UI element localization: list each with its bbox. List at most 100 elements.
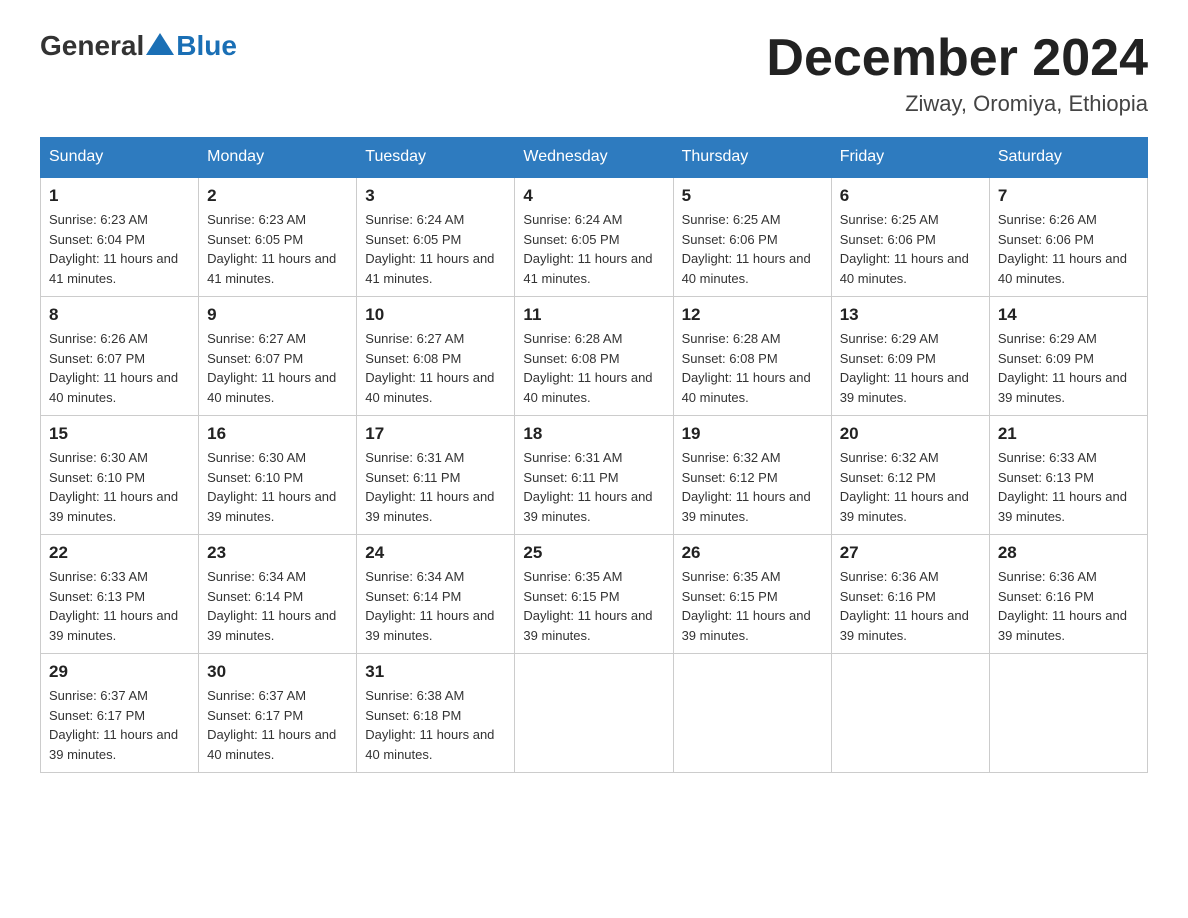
column-header-monday: Monday <box>199 138 357 178</box>
calendar-cell: 2 Sunrise: 6:23 AM Sunset: 6:05 PM Dayli… <box>199 177 357 297</box>
day-number: 24 <box>365 543 506 563</box>
day-number: 13 <box>840 305 981 325</box>
day-number: 19 <box>682 424 823 444</box>
day-info: Sunrise: 6:32 AM Sunset: 6:12 PM Dayligh… <box>682 448 823 526</box>
column-header-tuesday: Tuesday <box>357 138 515 178</box>
day-info: Sunrise: 6:27 AM Sunset: 6:07 PM Dayligh… <box>207 329 348 407</box>
calendar-cell: 8 Sunrise: 6:26 AM Sunset: 6:07 PM Dayli… <box>41 297 199 416</box>
calendar-cell: 29 Sunrise: 6:37 AM Sunset: 6:17 PM Dayl… <box>41 654 199 773</box>
day-info: Sunrise: 6:36 AM Sunset: 6:16 PM Dayligh… <box>998 567 1139 645</box>
day-info: Sunrise: 6:31 AM Sunset: 6:11 PM Dayligh… <box>365 448 506 526</box>
title-section: December 2024 Ziway, Oromiya, Ethiopia <box>766 30 1148 117</box>
day-info: Sunrise: 6:26 AM Sunset: 6:07 PM Dayligh… <box>49 329 190 407</box>
calendar-week-row: 22 Sunrise: 6:33 AM Sunset: 6:13 PM Dayl… <box>41 535 1148 654</box>
day-number: 9 <box>207 305 348 325</box>
day-info: Sunrise: 6:26 AM Sunset: 6:06 PM Dayligh… <box>998 210 1139 288</box>
day-number: 31 <box>365 662 506 682</box>
calendar-cell: 18 Sunrise: 6:31 AM Sunset: 6:11 PM Dayl… <box>515 416 673 535</box>
day-number: 29 <box>49 662 190 682</box>
calendar-cell: 11 Sunrise: 6:28 AM Sunset: 6:08 PM Dayl… <box>515 297 673 416</box>
day-number: 5 <box>682 186 823 206</box>
calendar-cell: 28 Sunrise: 6:36 AM Sunset: 6:16 PM Dayl… <box>989 535 1147 654</box>
day-info: Sunrise: 6:37 AM Sunset: 6:17 PM Dayligh… <box>207 686 348 764</box>
day-info: Sunrise: 6:24 AM Sunset: 6:05 PM Dayligh… <box>523 210 664 288</box>
day-number: 11 <box>523 305 664 325</box>
day-info: Sunrise: 6:30 AM Sunset: 6:10 PM Dayligh… <box>207 448 348 526</box>
calendar-cell: 10 Sunrise: 6:27 AM Sunset: 6:08 PM Dayl… <box>357 297 515 416</box>
calendar-cell: 22 Sunrise: 6:33 AM Sunset: 6:13 PM Dayl… <box>41 535 199 654</box>
calendar-table: SundayMondayTuesdayWednesdayThursdayFrid… <box>40 137 1148 773</box>
day-info: Sunrise: 6:28 AM Sunset: 6:08 PM Dayligh… <box>682 329 823 407</box>
calendar-week-row: 29 Sunrise: 6:37 AM Sunset: 6:17 PM Dayl… <box>41 654 1148 773</box>
calendar-cell: 21 Sunrise: 6:33 AM Sunset: 6:13 PM Dayl… <box>989 416 1147 535</box>
day-info: Sunrise: 6:33 AM Sunset: 6:13 PM Dayligh… <box>998 448 1139 526</box>
calendar-cell <box>673 654 831 773</box>
logo-arrow-icon <box>146 33 174 55</box>
logo-blue-text: Blue <box>176 30 237 62</box>
day-info: Sunrise: 6:23 AM Sunset: 6:04 PM Dayligh… <box>49 210 190 288</box>
calendar-header-row: SundayMondayTuesdayWednesdayThursdayFrid… <box>41 138 1148 178</box>
day-number: 6 <box>840 186 981 206</box>
day-number: 21 <box>998 424 1139 444</box>
calendar-cell <box>515 654 673 773</box>
column-header-sunday: Sunday <box>41 138 199 178</box>
column-header-thursday: Thursday <box>673 138 831 178</box>
calendar-cell: 15 Sunrise: 6:30 AM Sunset: 6:10 PM Dayl… <box>41 416 199 535</box>
logo-general-text: General <box>40 30 144 62</box>
day-info: Sunrise: 6:27 AM Sunset: 6:08 PM Dayligh… <box>365 329 506 407</box>
day-number: 7 <box>998 186 1139 206</box>
calendar-cell: 13 Sunrise: 6:29 AM Sunset: 6:09 PM Dayl… <box>831 297 989 416</box>
location-subtitle: Ziway, Oromiya, Ethiopia <box>766 91 1148 117</box>
calendar-cell: 7 Sunrise: 6:26 AM Sunset: 6:06 PM Dayli… <box>989 177 1147 297</box>
day-number: 15 <box>49 424 190 444</box>
day-number: 4 <box>523 186 664 206</box>
calendar-cell <box>831 654 989 773</box>
day-info: Sunrise: 6:37 AM Sunset: 6:17 PM Dayligh… <box>49 686 190 764</box>
day-info: Sunrise: 6:31 AM Sunset: 6:11 PM Dayligh… <box>523 448 664 526</box>
calendar-cell: 4 Sunrise: 6:24 AM Sunset: 6:05 PM Dayli… <box>515 177 673 297</box>
day-number: 16 <box>207 424 348 444</box>
day-number: 1 <box>49 186 190 206</box>
calendar-cell: 24 Sunrise: 6:34 AM Sunset: 6:14 PM Dayl… <box>357 535 515 654</box>
calendar-cell: 20 Sunrise: 6:32 AM Sunset: 6:12 PM Dayl… <box>831 416 989 535</box>
day-info: Sunrise: 6:35 AM Sunset: 6:15 PM Dayligh… <box>523 567 664 645</box>
calendar-cell: 23 Sunrise: 6:34 AM Sunset: 6:14 PM Dayl… <box>199 535 357 654</box>
day-info: Sunrise: 6:28 AM Sunset: 6:08 PM Dayligh… <box>523 329 664 407</box>
day-info: Sunrise: 6:29 AM Sunset: 6:09 PM Dayligh… <box>840 329 981 407</box>
day-info: Sunrise: 6:32 AM Sunset: 6:12 PM Dayligh… <box>840 448 981 526</box>
calendar-cell: 14 Sunrise: 6:29 AM Sunset: 6:09 PM Dayl… <box>989 297 1147 416</box>
day-number: 22 <box>49 543 190 563</box>
day-number: 20 <box>840 424 981 444</box>
column-header-friday: Friday <box>831 138 989 178</box>
calendar-cell: 19 Sunrise: 6:32 AM Sunset: 6:12 PM Dayl… <box>673 416 831 535</box>
logo: General Blue <box>40 30 237 62</box>
calendar-cell: 16 Sunrise: 6:30 AM Sunset: 6:10 PM Dayl… <box>199 416 357 535</box>
calendar-cell: 26 Sunrise: 6:35 AM Sunset: 6:15 PM Dayl… <box>673 535 831 654</box>
day-number: 17 <box>365 424 506 444</box>
day-number: 2 <box>207 186 348 206</box>
calendar-cell: 3 Sunrise: 6:24 AM Sunset: 6:05 PM Dayli… <box>357 177 515 297</box>
day-number: 3 <box>365 186 506 206</box>
day-info: Sunrise: 6:25 AM Sunset: 6:06 PM Dayligh… <box>840 210 981 288</box>
day-number: 12 <box>682 305 823 325</box>
calendar-cell: 31 Sunrise: 6:38 AM Sunset: 6:18 PM Dayl… <box>357 654 515 773</box>
month-title: December 2024 <box>766 30 1148 87</box>
calendar-cell: 1 Sunrise: 6:23 AM Sunset: 6:04 PM Dayli… <box>41 177 199 297</box>
page-header: General Blue December 2024 Ziway, Oromiy… <box>40 30 1148 117</box>
day-number: 23 <box>207 543 348 563</box>
calendar-cell: 30 Sunrise: 6:37 AM Sunset: 6:17 PM Dayl… <box>199 654 357 773</box>
day-info: Sunrise: 6:36 AM Sunset: 6:16 PM Dayligh… <box>840 567 981 645</box>
day-number: 25 <box>523 543 664 563</box>
column-header-wednesday: Wednesday <box>515 138 673 178</box>
day-info: Sunrise: 6:35 AM Sunset: 6:15 PM Dayligh… <box>682 567 823 645</box>
day-number: 18 <box>523 424 664 444</box>
day-info: Sunrise: 6:25 AM Sunset: 6:06 PM Dayligh… <box>682 210 823 288</box>
calendar-week-row: 15 Sunrise: 6:30 AM Sunset: 6:10 PM Dayl… <box>41 416 1148 535</box>
day-info: Sunrise: 6:29 AM Sunset: 6:09 PM Dayligh… <box>998 329 1139 407</box>
day-number: 26 <box>682 543 823 563</box>
column-header-saturday: Saturday <box>989 138 1147 178</box>
calendar-week-row: 1 Sunrise: 6:23 AM Sunset: 6:04 PM Dayli… <box>41 177 1148 297</box>
calendar-cell: 6 Sunrise: 6:25 AM Sunset: 6:06 PM Dayli… <box>831 177 989 297</box>
day-number: 8 <box>49 305 190 325</box>
calendar-cell: 9 Sunrise: 6:27 AM Sunset: 6:07 PM Dayli… <box>199 297 357 416</box>
